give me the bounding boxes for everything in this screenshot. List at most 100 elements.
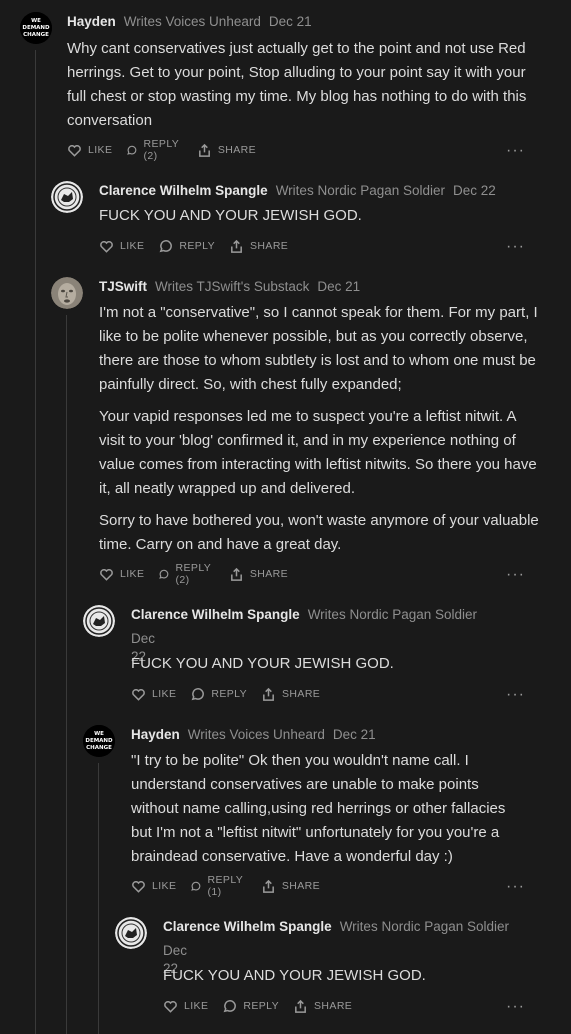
share-label: SHARE bbox=[250, 240, 289, 252]
share-label: SHARE bbox=[281, 880, 321, 892]
more-options-icon[interactable]: ··· bbox=[506, 143, 525, 159]
like-button[interactable]: LIKE bbox=[99, 239, 144, 254]
avatar[interactable]: WE DEMAND CHANGE bbox=[83, 725, 115, 757]
reply-label: REPLY (2) bbox=[175, 562, 211, 586]
more-options-icon[interactable]: ··· bbox=[506, 687, 525, 703]
comment-date[interactable]: Dec 21 bbox=[269, 14, 312, 29]
more-options-icon[interactable]: ··· bbox=[506, 567, 525, 583]
share-label: SHARE bbox=[217, 144, 257, 156]
logo-text: WE bbox=[31, 18, 41, 24]
comment-body: Why cant conservatives just actually get… bbox=[67, 37, 537, 141]
heart-icon bbox=[68, 144, 81, 157]
comment-date[interactable]: Dec 21 bbox=[317, 279, 360, 294]
logo-text: DEMAND bbox=[22, 25, 50, 31]
speech-bubble-icon bbox=[159, 569, 169, 579]
speech-bubble-icon bbox=[191, 687, 205, 700]
author-name[interactable]: Hayden bbox=[131, 727, 180, 742]
reply-button[interactable]: REPLY (1) bbox=[190, 874, 246, 898]
reply-button[interactable]: REPLY bbox=[222, 999, 279, 1014]
heart-icon bbox=[132, 688, 145, 701]
like-label: LIKE bbox=[88, 144, 113, 156]
reply-button[interactable]: REPLY bbox=[190, 687, 247, 702]
avatar[interactable] bbox=[51, 277, 83, 309]
comment-date[interactable]: Dec 21 bbox=[333, 727, 376, 742]
like-label: LIKE bbox=[152, 688, 177, 700]
comment-header: Clarence Wilhelm Spangle Writes Nordic Pa… bbox=[131, 606, 477, 624]
more-options-icon[interactable]: ··· bbox=[506, 999, 525, 1015]
more-options-icon[interactable]: ··· bbox=[506, 879, 525, 895]
norse-emblem-icon bbox=[115, 917, 147, 949]
comment-paragraph: FUCK YOU AND YOUR JEWISH GOD. bbox=[99, 207, 362, 224]
share-label: SHARE bbox=[249, 568, 289, 580]
publication-link[interactable]: Writes TJSwift's Substack bbox=[155, 279, 309, 294]
comment-actions: LIKE REPLY (2) SHARE bbox=[67, 138, 270, 162]
publication-link[interactable]: Writes Nordic Pagan Soldier bbox=[276, 183, 445, 198]
we-demand-change-logo: WE DEMAND CHANGE bbox=[83, 725, 115, 757]
comment-body: "I try to be polite" Ok then you wouldn'… bbox=[131, 749, 526, 877]
like-button[interactable]: LIKE bbox=[131, 687, 176, 702]
share-label: SHARE bbox=[282, 688, 321, 700]
we-demand-change-logo: WE DEMAND CHANGE bbox=[20, 12, 52, 44]
reply-button[interactable]: REPLY bbox=[158, 239, 215, 254]
comment-header: Clarence Wilhelm Spangle Writes Nordic Pa… bbox=[99, 182, 496, 200]
heart-icon bbox=[132, 880, 145, 893]
share-label: SHARE bbox=[314, 1000, 353, 1012]
speech-bubble-icon bbox=[127, 145, 137, 155]
share-icon bbox=[198, 143, 210, 157]
speech-bubble-icon bbox=[223, 999, 237, 1012]
norse-emblem-icon bbox=[51, 181, 83, 213]
author-name[interactable]: TJSwift bbox=[99, 279, 147, 294]
reply-label: REPLY bbox=[179, 240, 216, 252]
reply-label: REPLY bbox=[243, 1000, 280, 1012]
share-icon bbox=[263, 687, 274, 701]
comment-header: Hayden Writes Voices Unheard Dec 21 bbox=[67, 13, 312, 31]
comment-actions: LIKE REPLY (2) SHARE bbox=[99, 562, 302, 586]
thread-line bbox=[98, 763, 99, 1034]
share-icon bbox=[262, 879, 274, 893]
author-name[interactable]: Clarence Wilhelm Spangle bbox=[131, 607, 300, 622]
publication-link[interactable]: Writes Voices Unheard bbox=[124, 14, 261, 29]
avatar[interactable] bbox=[115, 917, 147, 949]
comment-paragraph: Sorry to have bothered you, won't waste … bbox=[99, 512, 539, 553]
like-button[interactable]: LIKE bbox=[163, 999, 208, 1014]
share-button[interactable]: SHARE bbox=[261, 879, 320, 894]
author-name[interactable]: Clarence Wilhelm Spangle bbox=[163, 919, 332, 934]
more-options-icon[interactable]: ··· bbox=[506, 239, 525, 255]
like-label: LIKE bbox=[120, 240, 145, 252]
like-button[interactable]: LIKE bbox=[67, 143, 112, 158]
comment-header: TJSwift Writes TJSwift's Substack Dec 21 bbox=[99, 278, 360, 296]
share-icon bbox=[231, 239, 242, 253]
like-label: LIKE bbox=[152, 880, 177, 892]
like-button[interactable]: LIKE bbox=[131, 879, 176, 894]
heart-icon bbox=[164, 1000, 177, 1013]
avatar[interactable] bbox=[51, 181, 83, 213]
publication-link[interactable]: Writes Voices Unheard bbox=[188, 727, 325, 742]
comment-actions: LIKE REPLY SHARE bbox=[99, 236, 302, 256]
comment-body: FUCK YOU AND YOUR JEWISH GOD. bbox=[163, 964, 533, 996]
author-name[interactable]: Clarence Wilhelm Spangle bbox=[99, 183, 268, 198]
comment-paragraph: Your vapid responses led me to suspect y… bbox=[99, 408, 537, 497]
share-icon bbox=[295, 999, 306, 1013]
speech-bubble-icon bbox=[159, 239, 173, 252]
reply-label: REPLY (1) bbox=[207, 874, 243, 898]
logo-text: CHANGE bbox=[23, 32, 49, 38]
share-button[interactable]: SHARE bbox=[293, 999, 352, 1014]
author-name[interactable]: Hayden bbox=[67, 14, 116, 29]
publication-link[interactable]: Writes Nordic Pagan Soldier bbox=[340, 919, 509, 934]
publication-link[interactable]: Writes Nordic Pagan Soldier bbox=[308, 607, 477, 622]
avatar[interactable] bbox=[83, 605, 115, 637]
share-icon bbox=[230, 567, 242, 581]
comment-actions: LIKE REPLY SHARE bbox=[131, 684, 334, 704]
reply-button[interactable]: REPLY (2) bbox=[126, 138, 182, 162]
comment-date[interactable]: Dec 22 bbox=[453, 183, 496, 198]
avatar[interactable]: WE DEMAND CHANGE bbox=[20, 12, 52, 44]
share-button[interactable]: SHARE bbox=[229, 239, 288, 254]
comment-paragraph: "I try to be polite" Ok then you wouldn'… bbox=[131, 752, 506, 865]
share-button[interactable]: SHARE bbox=[197, 143, 256, 158]
reply-button[interactable]: REPLY (2) bbox=[158, 562, 214, 586]
comment-actions: LIKE REPLY SHARE bbox=[163, 996, 366, 1016]
share-button[interactable]: SHARE bbox=[261, 687, 320, 702]
like-button[interactable]: LIKE bbox=[99, 567, 144, 582]
share-button[interactable]: SHARE bbox=[229, 567, 288, 582]
comment-header: Clarence Wilhelm Spangle Writes Nordic Pa… bbox=[163, 918, 509, 936]
